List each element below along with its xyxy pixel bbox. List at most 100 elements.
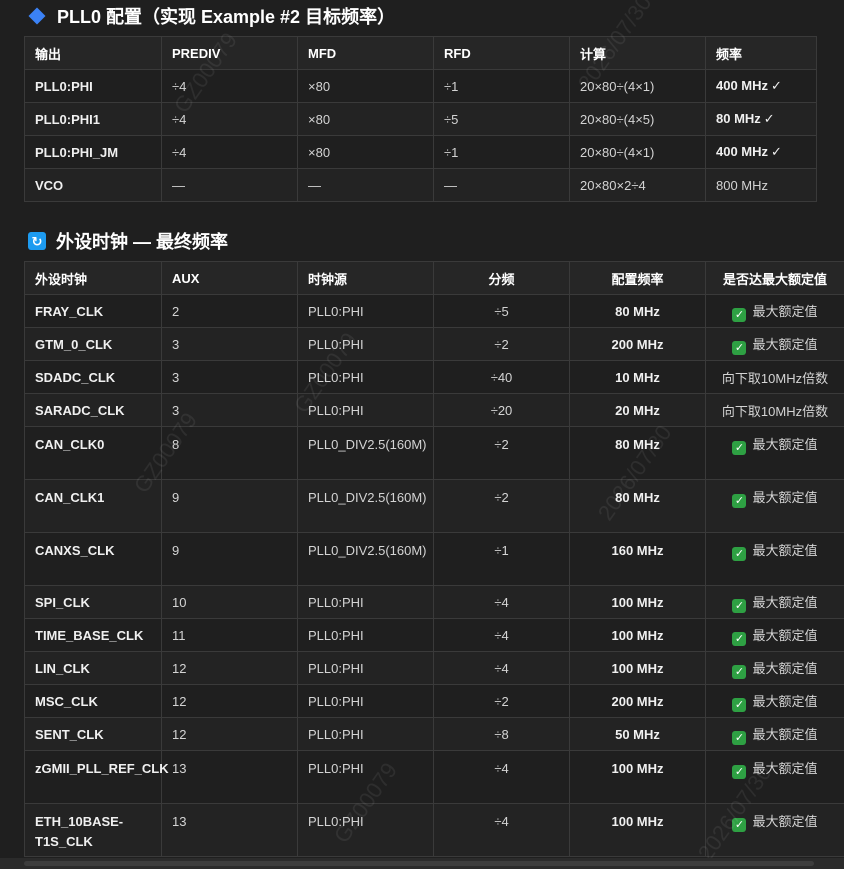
mfd-cell: ×80 xyxy=(297,135,434,169)
status-cell: ✓ 最大额定值 xyxy=(705,479,844,533)
prediv-cell: ÷4 xyxy=(161,69,298,103)
clock-name-cell: GTM_0_CLK xyxy=(24,327,162,361)
source-cell: PLL0:PHI xyxy=(297,618,434,652)
divider-cell: ÷4 xyxy=(433,618,570,652)
divider-cell: ÷2 xyxy=(433,327,570,361)
diamond-icon xyxy=(28,7,46,25)
configured-frequency-cell: 10 MHz xyxy=(569,360,706,394)
check-icon: ✓ xyxy=(732,730,747,745)
divider-cell: ÷40 xyxy=(433,360,570,394)
table-row: SARADC_CLK 3 PLL0:PHI ÷20 20 MHz 向下取10MHz倍数 xyxy=(24,393,844,427)
divider-cell: ÷2 xyxy=(433,479,570,533)
rfd-cell: — xyxy=(433,168,570,202)
aux-cell: 13 xyxy=(161,803,298,857)
check-icon: ✓ xyxy=(732,494,747,508)
configured-frequency-cell: 100 MHz xyxy=(569,618,706,652)
calc-cell: 20×80÷(4×5) xyxy=(569,102,706,136)
status-cell: ✓ 最大额定值 xyxy=(705,532,844,586)
table-row: TIME_BASE_CLK 11 PLL0:PHI ÷4 100 MHz ✓ 最大额定值 xyxy=(24,618,844,652)
check-icon: ✓ xyxy=(732,664,747,679)
source-cell: PLL0:PHI xyxy=(297,803,434,857)
status-text: 最大额定值 xyxy=(752,627,818,643)
status-cell: ✓ 最大额定值 xyxy=(705,684,844,718)
calc-cell: 20×80×2÷4 xyxy=(569,168,706,202)
table-row: PLL0:PHI1 ÷4 ×80 ÷5 20×80÷(4×5) 80 MHz ✓ xyxy=(24,102,817,136)
source-cell: PLL0:PHI xyxy=(297,651,434,685)
aux-cell: 12 xyxy=(161,717,298,751)
output-cell: PLL0:PHI_JM xyxy=(24,135,162,169)
rfd-cell: ÷1 xyxy=(433,69,570,103)
clock-name-cell: SPI_CLK xyxy=(24,585,162,619)
aux-cell: 12 xyxy=(161,684,298,718)
clock-name-cell: LIN_CLK xyxy=(24,651,162,685)
checkmark-icon: ✓ xyxy=(763,111,775,126)
aux-cell: 9 xyxy=(161,479,298,533)
configured-frequency-cell: 80 MHz xyxy=(569,294,706,328)
column-header: AUX xyxy=(161,261,298,295)
status-text: 最大额定值 xyxy=(752,814,818,829)
divider-cell: ÷2 xyxy=(433,426,570,480)
checkmark-icon: ✓ xyxy=(771,78,782,93)
horizontal-scrollbar[interactable] xyxy=(0,858,844,869)
checkmark-icon: ✓ xyxy=(771,144,782,159)
aux-cell: 10 xyxy=(161,585,298,619)
divider-cell: ÷1 xyxy=(433,532,570,586)
status-text: 最大额定值 xyxy=(752,660,818,676)
status-cell: ✓ 最大额定值 xyxy=(705,750,844,804)
status-cell: 向下取10MHz倍数 xyxy=(705,360,844,394)
clock-name-cell: CAN_CLK1 xyxy=(24,479,162,533)
scrollbar-thumb[interactable] xyxy=(24,861,814,866)
column-header: 输出 xyxy=(24,36,162,70)
aux-cell: 9 xyxy=(161,532,298,586)
column-header: RFD xyxy=(433,36,570,70)
check-icon: ✓ xyxy=(732,765,747,779)
status-text: 向下取10MHz倍数 xyxy=(721,370,829,386)
clock-name-cell: zGMII_PLL_REF_CLK xyxy=(24,750,169,804)
status-cell: ✓ 最大额定值 xyxy=(705,618,844,652)
column-header: 分频 xyxy=(433,261,570,295)
pll-title-text: PLL0 配置（实现 Example #2 目标频率） xyxy=(57,7,396,27)
configured-frequency-cell: 100 MHz xyxy=(569,750,706,804)
status-cell: ✓ 最大额定值 xyxy=(705,585,844,619)
aux-cell: 8 xyxy=(161,426,298,480)
table-row: zGMII_PLL_REF_CLK 13 PLL0:PHI ÷4 100 MHz ✓ 最大额… xyxy=(24,750,844,804)
status-text: 最大额定值 xyxy=(752,490,818,505)
column-header: 计算 xyxy=(569,36,706,70)
table-header-row: 输出 PREDIV MFD RFD 计算 频率 xyxy=(24,36,817,70)
status-cell: 向下取10MHz倍数 xyxy=(705,393,844,427)
divider-cell: ÷4 xyxy=(433,750,570,804)
output-cell: PLL0:PHI xyxy=(24,69,162,103)
table-row: SDADC_CLK 3 PLL0:PHI ÷40 10 MHz 向下取10MHz倍数 xyxy=(24,360,844,394)
clock-name-cell: FRAY_CLK xyxy=(24,294,162,328)
calc-cell: 20×80÷(4×1) xyxy=(569,69,706,103)
status-cell: ✓ 最大额定值 xyxy=(705,327,844,361)
source-cell: PLL0:PHI xyxy=(297,684,434,718)
table-row: CANXS_CLK 9 PLL0_DIV2.5(160M) ÷1 160 MHz ✓ 最大额… xyxy=(24,532,844,586)
aux-cell: 2 xyxy=(161,294,298,328)
configured-frequency-cell: 20 MHz xyxy=(569,393,706,427)
status-text: 最大额定值 xyxy=(752,726,818,742)
frequency-value: 400 MHz xyxy=(716,144,769,159)
status-text: 最大额定值 xyxy=(752,303,818,319)
source-cell: PLL0:PHI xyxy=(297,717,434,751)
source-cell: PLL0:PHI xyxy=(297,393,434,427)
refresh-icon: ↻ xyxy=(28,232,46,250)
table-row: ETH_10BASE-T1S_CLK 13 PLL0:PHI ÷4 100 MHz ✓ 最大… xyxy=(24,803,844,857)
status-text: 最大额定值 xyxy=(752,594,818,610)
check-icon: ✓ xyxy=(732,598,747,613)
divider-cell: ÷5 xyxy=(433,294,570,328)
frequency-value: 400 MHz xyxy=(716,78,769,93)
check-icon: ✓ xyxy=(732,441,747,455)
configured-frequency-cell: 160 MHz xyxy=(569,532,706,586)
prediv-cell: ÷4 xyxy=(161,102,298,136)
source-cell: PLL0_DIV2.5(160M) xyxy=(297,426,434,480)
clock-name-cell: TIME_BASE_CLK xyxy=(24,618,162,652)
rfd-cell: ÷5 xyxy=(433,102,570,136)
table-row: GTM_0_CLK 3 PLL0:PHI ÷2 200 MHz ✓ 最大额定值 xyxy=(24,327,844,361)
pll-section-title: PLL0 配置（实现 Example #2 目标频率） xyxy=(28,3,395,29)
status-text: 最大额定值 xyxy=(752,761,818,776)
status-cell: ✓ 最大额定值 xyxy=(705,803,844,857)
frequency-value: 80 MHz xyxy=(716,111,761,126)
aux-cell: 11 xyxy=(161,618,298,652)
pll-config-table: 输出 PREDIV MFD RFD 计算 频率 PLL0:PHI ÷4 ×80 ÷1 20×80÷… xyxy=(24,36,817,202)
